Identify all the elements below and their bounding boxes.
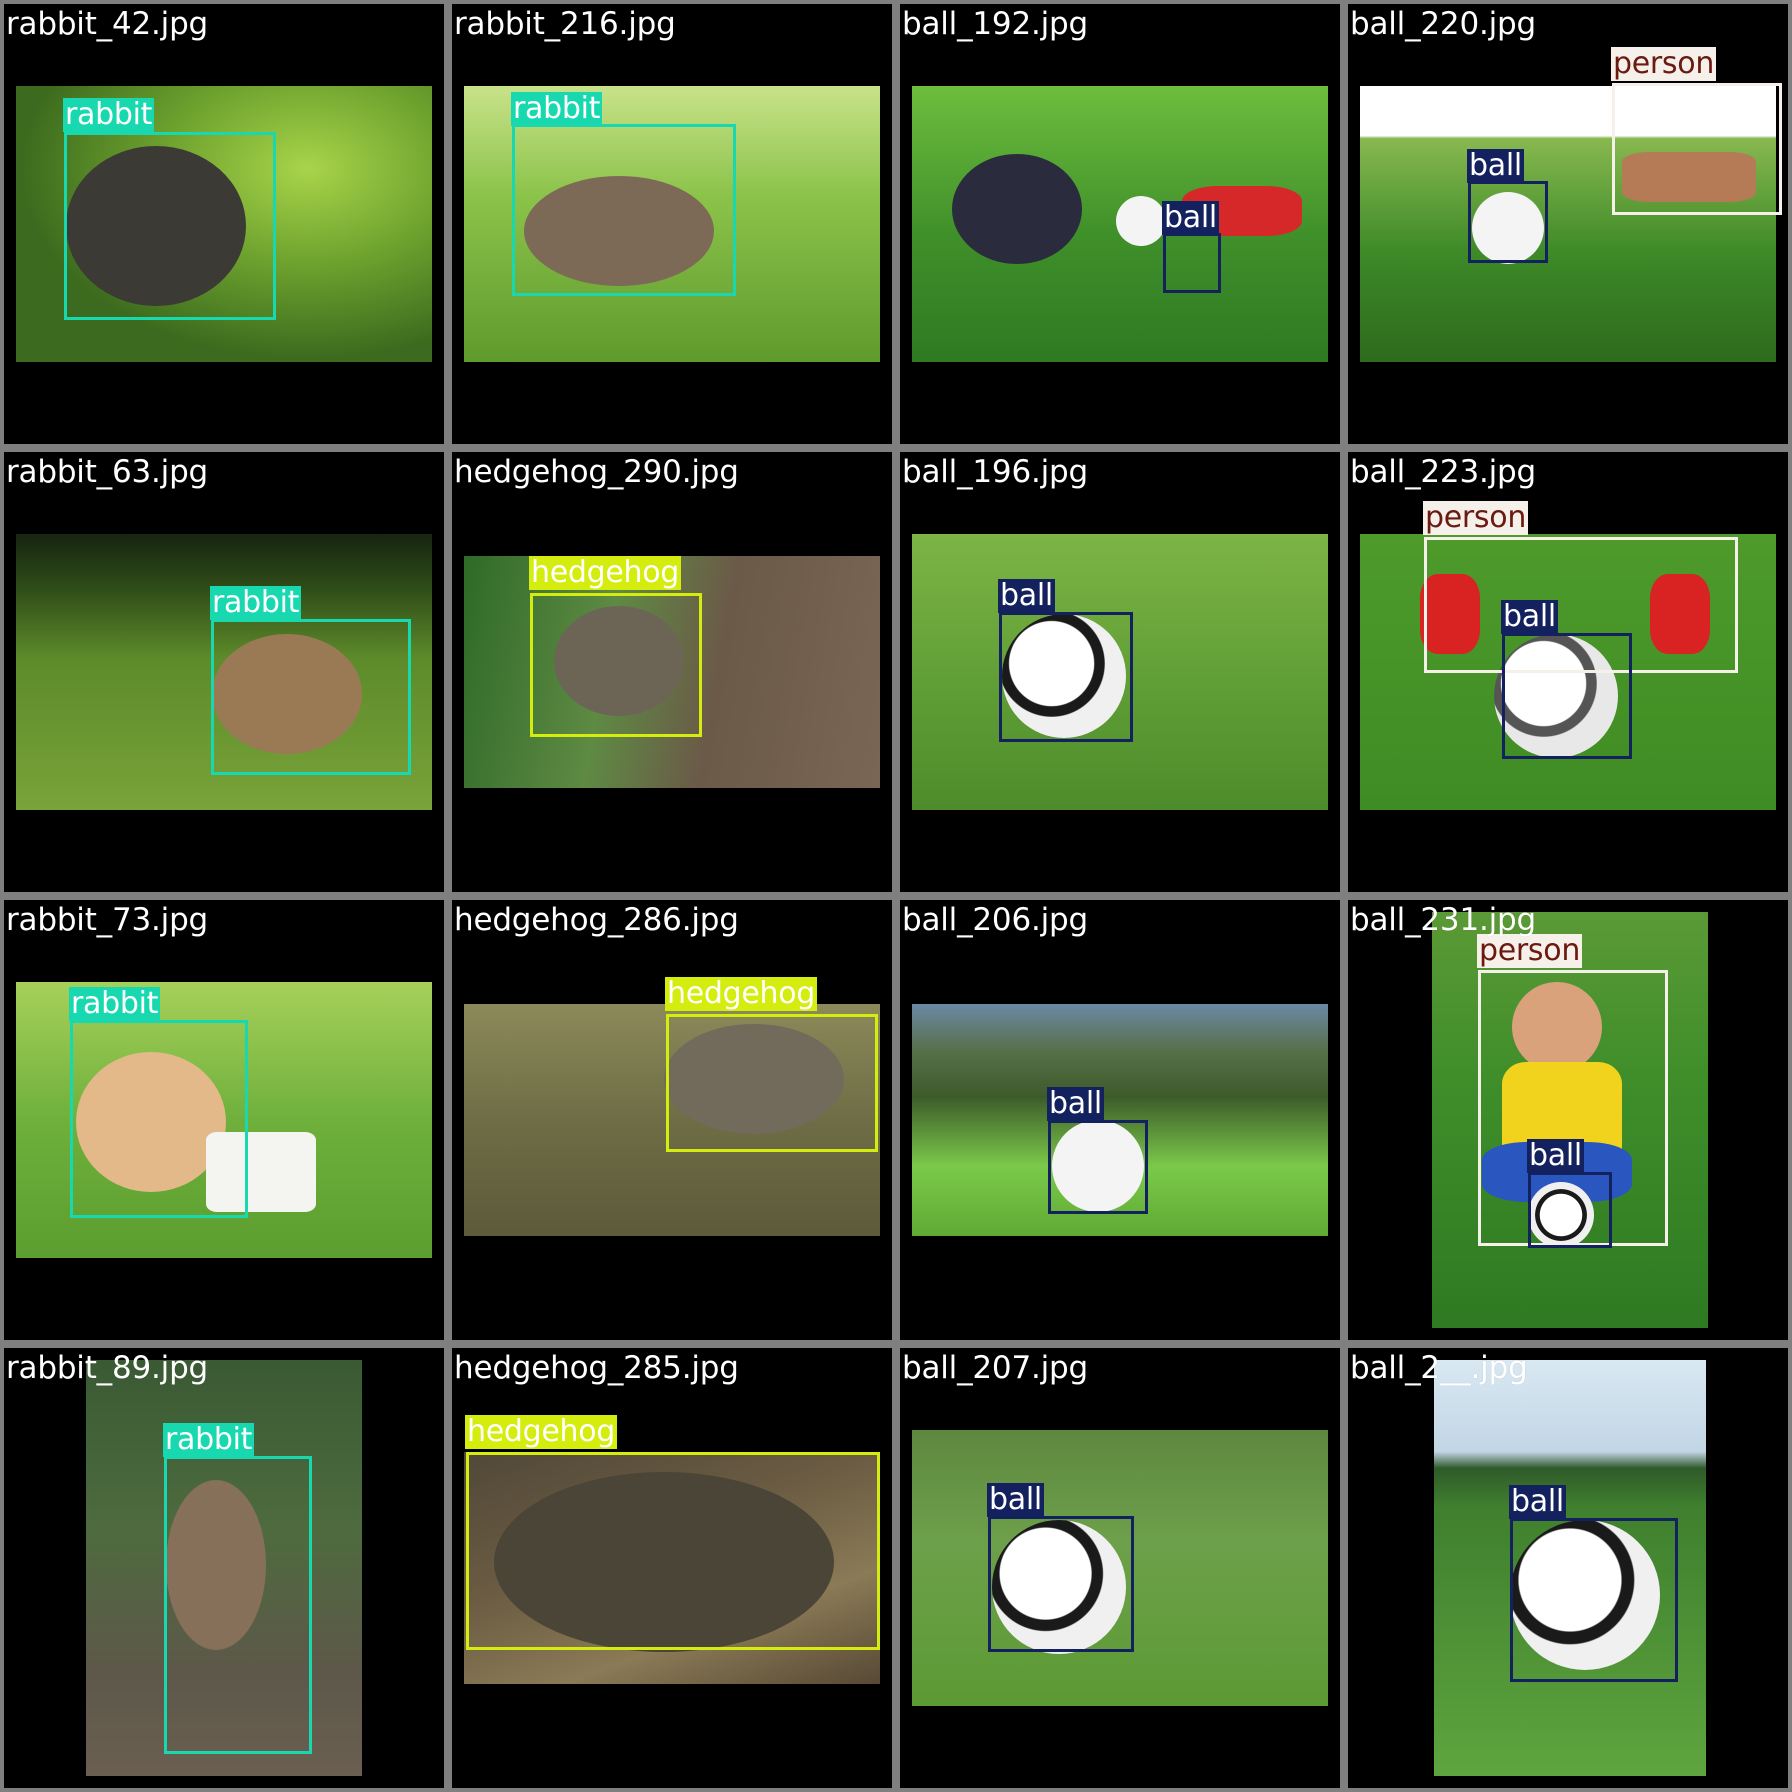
grid-cell: rabbit_73.jpg rabbit (0, 896, 448, 1344)
image-caption: ball_192.jpg (902, 6, 1088, 42)
grid-cell: ball_2__.jpg ball (1344, 1344, 1792, 1792)
grid-cell: ball_196.jpg ball (896, 448, 1344, 896)
grid-cell: ball_192.jpg ball (896, 0, 1344, 448)
detection-label: ball (1162, 200, 1219, 235)
bounding-box (1163, 233, 1221, 293)
ball-shape (1116, 196, 1166, 246)
detection-label: hedgehog (465, 1414, 618, 1449)
bounding-box (70, 1020, 248, 1218)
bounding-box (1502, 633, 1632, 759)
grid-cell: ball_206.jpg ball (896, 896, 1344, 1344)
detection-label: rabbit (210, 585, 302, 620)
grid-cell: rabbit_216.jpg rabbit (448, 0, 896, 448)
bounding-box (1510, 1518, 1678, 1682)
detection-grid: rabbit_42.jpg rabbit rabbit_216.jpg rabb… (0, 0, 1792, 1792)
detection-label: rabbit (63, 97, 155, 132)
image-caption: rabbit_63.jpg (6, 454, 209, 490)
bounding-box (211, 619, 411, 775)
image-caption: ball_220.jpg (1350, 6, 1536, 42)
bounding-box (1468, 181, 1548, 263)
image-caption: ball_207.jpg (902, 1350, 1088, 1386)
detection-label: rabbit (163, 1422, 255, 1457)
grid-cell: ball_220.jpg ball person (1344, 0, 1792, 448)
bounding-box (1048, 1120, 1148, 1214)
image-caption: ball_2__.jpg (1350, 1350, 1528, 1386)
bounding-box (512, 124, 736, 296)
grid-cell: rabbit_89.jpg rabbit (0, 1344, 448, 1792)
image-caption: hedgehog_285.jpg (454, 1350, 739, 1386)
grid-cell: hedgehog_286.jpg hedgehog (448, 896, 896, 1344)
grid-cell: rabbit_63.jpg rabbit (0, 448, 448, 896)
bounding-box (1528, 1172, 1612, 1248)
detection-label: ball (1501, 599, 1558, 634)
grid-cell: ball_207.jpg ball (896, 1344, 1344, 1792)
image-caption: ball_223.jpg (1350, 454, 1536, 490)
bounding-box (64, 132, 276, 320)
photo (912, 86, 1328, 362)
image-caption: rabbit_42.jpg (6, 6, 209, 42)
grid-cell: hedgehog_285.jpg hedgehog (448, 1344, 896, 1792)
bounding-box (530, 593, 702, 737)
image-caption: hedgehog_286.jpg (454, 902, 739, 938)
image-caption: ball_231.jpg (1350, 902, 1536, 938)
bounding-box (1612, 83, 1782, 215)
detection-label: person (1423, 500, 1529, 535)
bounding-box (666, 1014, 878, 1152)
bounding-box (466, 1452, 880, 1650)
image-caption: rabbit_216.jpg (454, 6, 676, 42)
image-caption: hedgehog_290.jpg (454, 454, 739, 490)
grid-cell: hedgehog_290.jpg hedgehog (448, 448, 896, 896)
grid-cell: ball_223.jpg person ball (1344, 448, 1792, 896)
detection-label: ball (987, 1482, 1044, 1517)
club-shape (952, 154, 1082, 264)
detection-label: ball (1047, 1086, 1104, 1121)
image-caption: ball_206.jpg (902, 902, 1088, 938)
grid-cell: ball_231.jpg person ball (1344, 896, 1792, 1344)
detection-label: ball (1509, 1484, 1566, 1519)
detection-label: ball (1467, 148, 1524, 183)
bounding-box (999, 612, 1133, 742)
image-caption: ball_196.jpg (902, 454, 1088, 490)
detection-label: hedgehog (665, 976, 818, 1011)
grid-cell: rabbit_42.jpg rabbit (0, 0, 448, 448)
image-caption: rabbit_89.jpg (6, 1350, 209, 1386)
detection-label: rabbit (69, 986, 161, 1021)
bounding-box (164, 1456, 312, 1754)
detection-label: ball (998, 578, 1055, 613)
bounding-box (988, 1516, 1134, 1652)
detection-label: rabbit (511, 91, 603, 126)
detection-label: hedgehog (529, 555, 682, 590)
image-caption: rabbit_73.jpg (6, 902, 209, 938)
detection-label: person (1611, 46, 1717, 81)
detection-label: ball (1527, 1138, 1584, 1173)
